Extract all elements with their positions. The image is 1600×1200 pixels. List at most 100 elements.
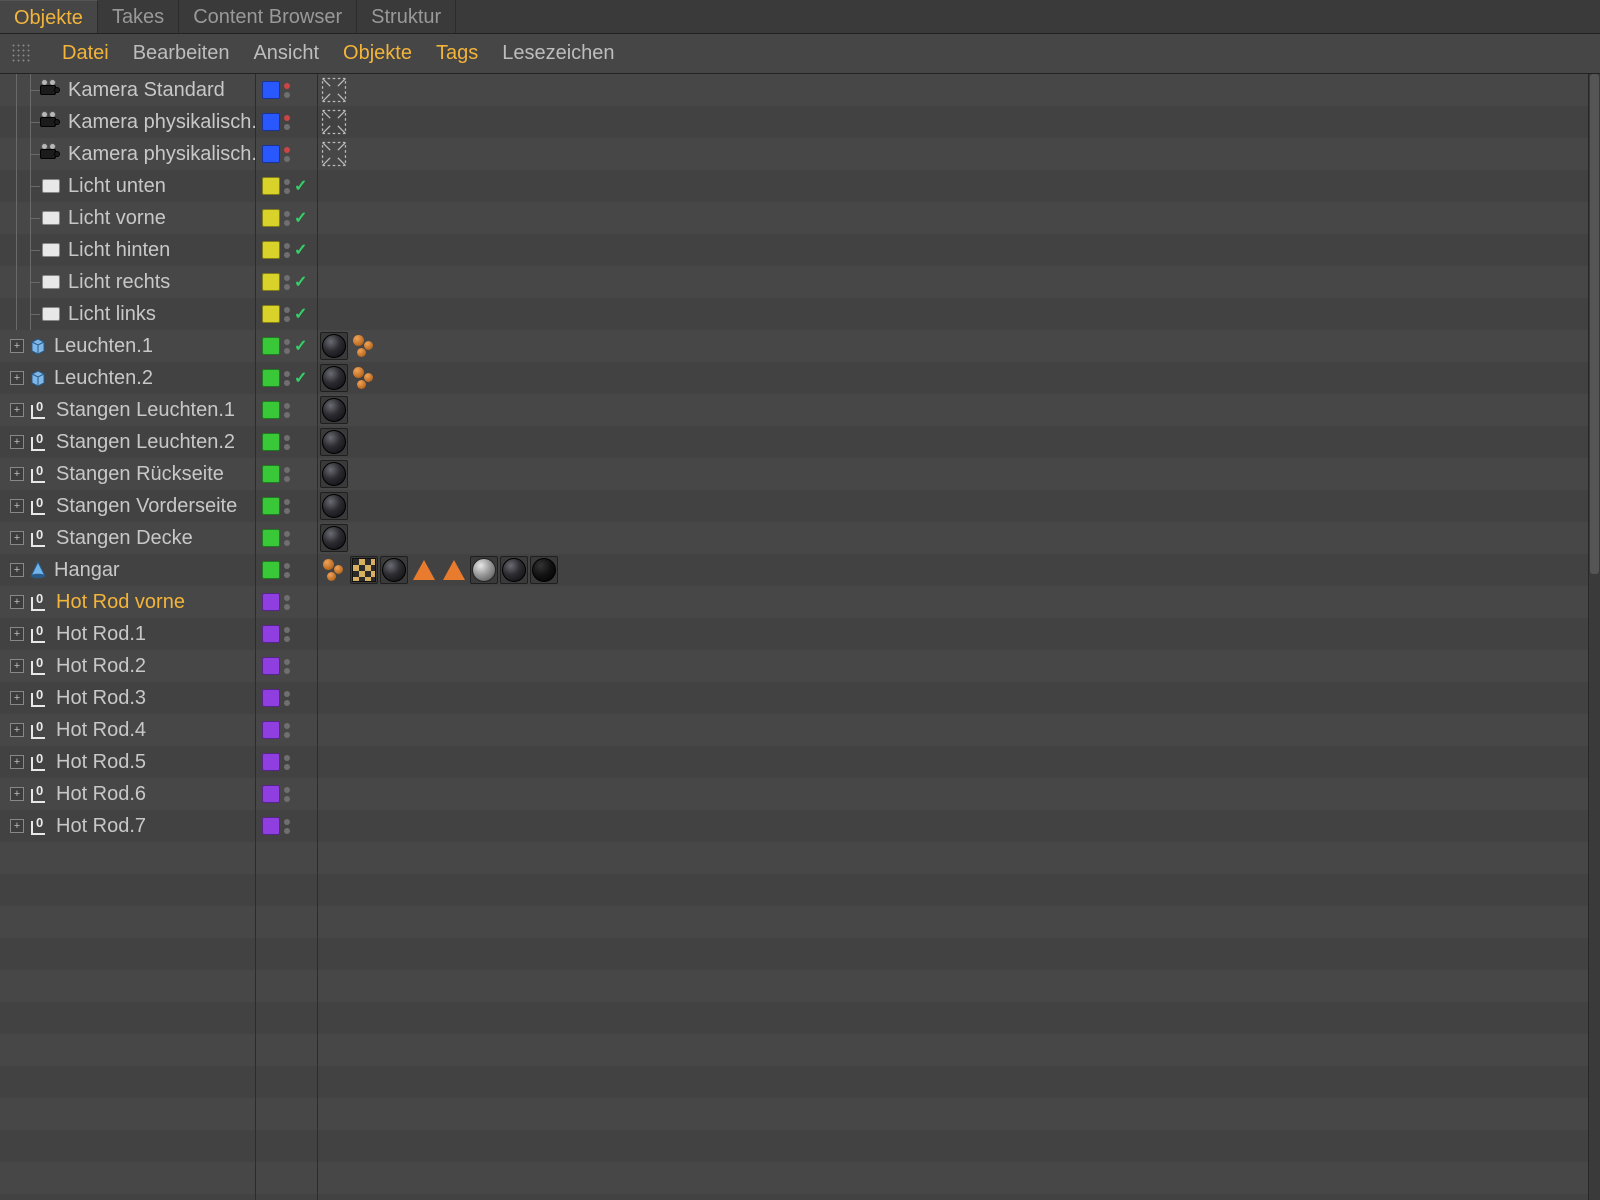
object-label[interactable]: Licht unten bbox=[68, 175, 166, 198]
layer-color-chip[interactable] bbox=[262, 369, 280, 387]
layer-color-chip[interactable] bbox=[262, 433, 280, 451]
object-label[interactable]: Leuchten.1 bbox=[54, 335, 153, 358]
expand-toggle[interactable]: + bbox=[10, 563, 24, 577]
visibility-dots[interactable] bbox=[284, 499, 290, 514]
expand-toggle[interactable]: + bbox=[10, 691, 24, 705]
object-label[interactable]: Hot Rod.2 bbox=[56, 655, 146, 678]
expand-toggle[interactable]: + bbox=[10, 339, 24, 353]
layer-color-chip[interactable] bbox=[262, 241, 280, 259]
object-label[interactable]: Hot Rod.1 bbox=[56, 623, 146, 646]
object-row[interactable]: +0Hot Rod.3 bbox=[0, 682, 1599, 714]
object-row[interactable]: +0Stangen Decke bbox=[0, 522, 1599, 554]
layer-color-chip[interactable] bbox=[262, 561, 280, 579]
object-row[interactable]: +0Stangen Rückseite bbox=[0, 458, 1599, 490]
object-row[interactable]: Kamera Standard bbox=[0, 74, 1599, 106]
object-label[interactable]: Licht vorne bbox=[68, 207, 166, 230]
layer-color-chip[interactable] bbox=[262, 209, 280, 227]
material-tag-icon[interactable] bbox=[320, 364, 348, 392]
object-label[interactable]: Stangen Decke bbox=[56, 527, 193, 550]
visibility-dots[interactable] bbox=[284, 307, 290, 322]
expand-toggle[interactable]: + bbox=[10, 435, 24, 449]
visibility-dots[interactable] bbox=[284, 403, 290, 418]
menu-datei[interactable]: Datei bbox=[62, 42, 109, 65]
layer-color-chip[interactable] bbox=[262, 465, 280, 483]
material-tag-icon[interactable] bbox=[380, 556, 408, 584]
object-row[interactable]: +Leuchten.2✓ bbox=[0, 362, 1599, 394]
object-row[interactable]: + Leuchten.1 ✓ bbox=[0, 330, 1599, 362]
layer-color-chip[interactable] bbox=[262, 593, 280, 611]
layer-color-chip[interactable] bbox=[262, 753, 280, 771]
object-row[interactable]: +0Hot Rod.7 bbox=[0, 810, 1599, 842]
visibility-dots[interactable] bbox=[284, 371, 290, 386]
visibility-dots[interactable] bbox=[284, 563, 290, 578]
phong-tag-icon[interactable] bbox=[410, 556, 438, 584]
object-row[interactable]: Licht links✓ bbox=[0, 298, 1599, 330]
object-label[interactable]: Hot Rod.7 bbox=[56, 815, 146, 838]
tab-objekte[interactable]: Objekte bbox=[0, 0, 98, 33]
tab-struktur[interactable]: Struktur bbox=[357, 0, 456, 33]
material-tag-icon[interactable] bbox=[320, 428, 348, 456]
expand-toggle[interactable]: + bbox=[10, 627, 24, 641]
compositing-tag-icon[interactable] bbox=[320, 140, 348, 168]
object-label[interactable]: Hangar bbox=[54, 559, 120, 582]
layout-grid-icon[interactable] bbox=[10, 42, 34, 66]
object-row[interactable]: + Hangar bbox=[0, 554, 1599, 586]
object-row[interactable]: Licht hinten ✓ bbox=[0, 234, 1599, 266]
object-label[interactable]: Stangen Leuchten.1 bbox=[56, 399, 235, 422]
layer-color-chip[interactable] bbox=[262, 177, 280, 195]
object-row[interactable]: +0Hot Rod vorne bbox=[0, 586, 1599, 618]
material-tag-icon[interactable] bbox=[530, 556, 558, 584]
layer-color-chip[interactable] bbox=[262, 625, 280, 643]
expand-toggle[interactable]: + bbox=[10, 371, 24, 385]
menu-ansicht[interactable]: Ansicht bbox=[253, 42, 319, 65]
object-row[interactable]: Licht rechts✓ bbox=[0, 266, 1599, 298]
uvw-tag-icon[interactable] bbox=[350, 556, 378, 584]
object-label[interactable]: Stangen Vorderseite bbox=[56, 495, 237, 518]
visibility-dots[interactable] bbox=[284, 787, 290, 802]
visibility-dots[interactable] bbox=[284, 243, 290, 258]
visibility-dots[interactable] bbox=[284, 435, 290, 450]
layer-color-chip[interactable] bbox=[262, 689, 280, 707]
object-row[interactable]: Kamera physikalisch.1 bbox=[0, 106, 1599, 138]
render-check-icon[interactable]: ✓ bbox=[294, 240, 307, 260]
object-label[interactable]: Kamera physikalisch.1 bbox=[68, 111, 255, 134]
expand-toggle[interactable]: + bbox=[10, 499, 24, 513]
object-label[interactable]: Hot Rod.4 bbox=[56, 719, 146, 742]
layer-color-chip[interactable] bbox=[262, 721, 280, 739]
render-check-icon[interactable]: ✓ bbox=[294, 208, 307, 228]
layer-color-chip[interactable] bbox=[262, 113, 280, 131]
visibility-dots[interactable] bbox=[284, 819, 290, 834]
expand-toggle[interactable]: + bbox=[10, 755, 24, 769]
layer-color-chip[interactable] bbox=[262, 337, 280, 355]
visibility-dots[interactable] bbox=[284, 211, 290, 226]
object-label[interactable]: Licht hinten bbox=[68, 239, 170, 262]
render-check-icon[interactable]: ✓ bbox=[294, 336, 307, 356]
material-tag-icon[interactable] bbox=[320, 332, 348, 360]
tab-content-browser[interactable]: Content Browser bbox=[179, 0, 357, 33]
layer-color-chip[interactable] bbox=[262, 657, 280, 675]
expand-toggle[interactable]: + bbox=[10, 595, 24, 609]
tab-takes[interactable]: Takes bbox=[98, 0, 179, 33]
object-row[interactable]: Licht vorne ✓ bbox=[0, 202, 1599, 234]
layer-color-chip[interactable] bbox=[262, 273, 280, 291]
selection-tag-icon[interactable] bbox=[350, 332, 378, 360]
compositing-tag-icon[interactable] bbox=[320, 108, 348, 136]
object-label[interactable]: Stangen Rückseite bbox=[56, 463, 224, 486]
menu-bearbeiten[interactable]: Bearbeiten bbox=[133, 42, 230, 65]
material-tag-icon[interactable] bbox=[320, 492, 348, 520]
visibility-dots[interactable] bbox=[284, 147, 290, 162]
expand-toggle[interactable]: + bbox=[10, 659, 24, 673]
layer-color-chip[interactable] bbox=[262, 401, 280, 419]
object-label[interactable]: Hot Rod.3 bbox=[56, 687, 146, 710]
object-label[interactable]: Hot Rod vorne bbox=[56, 591, 185, 614]
visibility-dots[interactable] bbox=[284, 595, 290, 610]
expand-toggle[interactable]: + bbox=[10, 467, 24, 481]
expand-toggle[interactable]: + bbox=[10, 531, 24, 545]
object-row[interactable]: +0Stangen Vorderseite bbox=[0, 490, 1599, 522]
object-label[interactable]: Kamera Standard bbox=[68, 79, 225, 102]
phong-tag-icon[interactable] bbox=[440, 556, 468, 584]
visibility-dots[interactable] bbox=[284, 339, 290, 354]
selection-tag-icon[interactable] bbox=[320, 556, 348, 584]
object-label[interactable]: Leuchten.2 bbox=[54, 367, 153, 390]
visibility-dots[interactable] bbox=[284, 179, 290, 194]
